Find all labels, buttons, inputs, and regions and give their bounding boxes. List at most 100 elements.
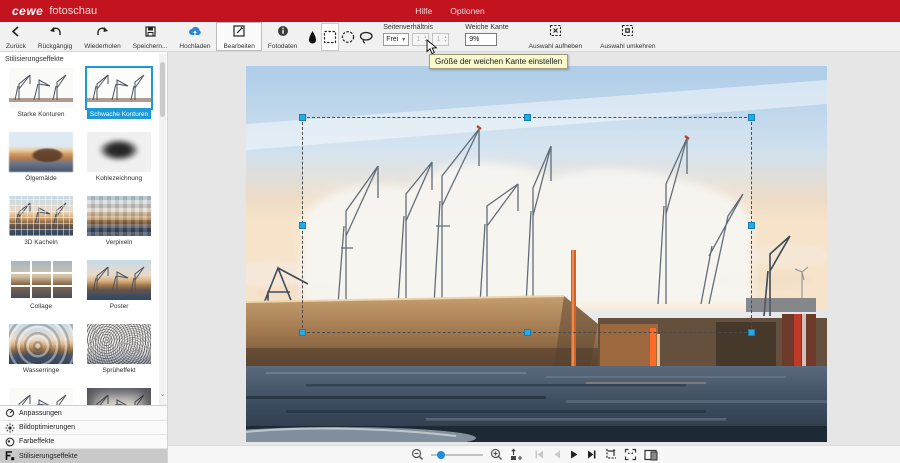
effect-thumbnail[interactable]: [9, 68, 73, 108]
save-button[interactable]: Speichern...: [127, 22, 174, 51]
effect-thumbnail[interactable]: [87, 68, 151, 108]
redo-button[interactable]: Wiederholen: [78, 22, 127, 51]
category-farbeffekte[interactable]: Farbeffekte: [0, 434, 167, 448]
invert-selection-button[interactable]: Auswahl umkehren: [594, 22, 661, 51]
back-button[interactable]: Zurück: [0, 22, 32, 51]
crop-button[interactable]: [604, 448, 617, 461]
effect-thumbnail[interactable]: [87, 388, 151, 405]
selection-handle-se[interactable]: [748, 329, 755, 336]
scrollbar-thumb[interactable]: [160, 62, 165, 117]
selection-handle-s[interactable]: [524, 329, 531, 336]
effect-item-wasserringe[interactable]: Wasserringe: [2, 322, 80, 386]
undo-icon: [49, 24, 62, 42]
photo-canvas[interactable]: [246, 66, 827, 442]
info-icon: [277, 24, 289, 42]
fullscreen-button[interactable]: [624, 448, 637, 461]
effect-thumbnail[interactable]: [9, 388, 73, 405]
lasso-select-tool[interactable]: [357, 23, 375, 51]
next-image-button[interactable]: [586, 449, 597, 460]
menu-hilfe[interactable]: Hilfe: [415, 6, 432, 16]
effect-item-partial-11[interactable]: [80, 386, 158, 405]
zoom-slider[interactable]: [431, 450, 483, 460]
edit-button[interactable]: Bearbeiten: [216, 22, 261, 51]
zoom-slider-handle[interactable]: [437, 451, 445, 459]
compare-button[interactable]: [644, 449, 658, 461]
titlebar: cewe fotoschau Hilfe Optionen: [0, 0, 900, 22]
selection-marquee[interactable]: [302, 117, 752, 333]
category-anpassungen[interactable]: Anpassungen: [0, 406, 167, 420]
effect-item-poster[interactable]: Poster: [80, 258, 158, 322]
brush-icon: [308, 31, 317, 44]
effect-label: Collage: [27, 302, 55, 311]
category-bildoptimierungen[interactable]: Bildoptimierungen: [0, 420, 167, 434]
effect-label: 3D Kacheln: [21, 238, 61, 247]
effect-thumbnail[interactable]: [9, 196, 73, 236]
effects-grid: Starke KonturenSchwache Konturen Ölgemäld…: [2, 66, 158, 405]
aspect-ratio-label: Seitenverhältnis: [383, 24, 449, 31]
effect-item-starke-konturen[interactable]: Starke Konturen: [2, 66, 80, 130]
effect-item-3d-kacheln[interactable]: 3D Kacheln: [2, 194, 80, 258]
save-icon: [145, 24, 156, 42]
upload-button[interactable]: Hochladen: [173, 22, 216, 51]
feather-label: Weiche Kante: [465, 24, 508, 31]
scrollbar-down-icon[interactable]: ⌄: [158, 390, 167, 398]
dial-icon: [4, 408, 15, 418]
ellipse-select-icon: [341, 30, 355, 44]
zoom-original-button[interactable]: [510, 448, 523, 461]
toolbar: Zurück Rückgängig Wiederholen Speichern.…: [0, 22, 900, 52]
redo-icon: [96, 24, 109, 42]
app-window: cewe fotoschau Hilfe Optionen Zurück Rüc…: [0, 0, 900, 463]
effect-thumbnail[interactable]: [9, 132, 73, 172]
selection-handle-ne[interactable]: [748, 114, 755, 121]
effect-item-spr-heffekt[interactable]: Sprüheffekt: [80, 322, 158, 386]
effect-thumbnail[interactable]: [9, 324, 73, 364]
effect-thumbnail[interactable]: [87, 132, 151, 172]
cloud-upload-icon: [188, 24, 202, 42]
effect-item-kohlezeichnung[interactable]: Kohlezeichnung: [80, 130, 158, 194]
brush-select-tool[interactable]: [303, 23, 321, 51]
effect-item-collage[interactable]: Collage: [2, 258, 80, 322]
effect-thumbnail[interactable]: [9, 260, 73, 300]
stepper-arrows-icon: ▲▼: [444, 36, 448, 43]
undo-button[interactable]: Rückgängig: [32, 22, 78, 51]
feather-input[interactable]: 9%: [465, 33, 497, 46]
selection-handle-nw[interactable]: [299, 114, 306, 121]
selection-handle-w[interactable]: [299, 222, 306, 229]
canvas-workspace: [168, 52, 900, 445]
effect-item--lgem-lde[interactable]: Ölgemälde: [2, 130, 80, 194]
sidebar-header: Stilisierungseffekte: [5, 56, 64, 63]
selection-handle-e[interactable]: [748, 222, 755, 229]
deselect-icon: [549, 24, 562, 42]
effect-label: Sprüheffekt: [99, 366, 138, 375]
first-image-button[interactable]: [534, 449, 545, 460]
effect-item-schwache-konturen[interactable]: Schwache Konturen: [80, 66, 158, 130]
feather-group: Weiche Kante 9%: [457, 22, 516, 51]
sidebar-scrollbar[interactable]: [159, 54, 166, 405]
photo-info-button[interactable]: Fotodaten: [262, 22, 303, 51]
rect-select-icon: [323, 30, 337, 44]
selection-handle-n[interactable]: [524, 114, 531, 121]
edit-icon: [233, 24, 245, 42]
aspect-ratio-select[interactable]: Frei▼: [383, 33, 409, 46]
effect-thumbnail[interactable]: [87, 260, 151, 300]
effect-label: Poster: [107, 302, 132, 311]
effect-label: Ölgemälde: [22, 174, 59, 183]
effect-thumbnail[interactable]: [87, 196, 151, 236]
category-stilisierungseffekte[interactable]: Stilisierungseffekte: [0, 448, 167, 463]
effect-thumbnail[interactable]: [87, 324, 151, 364]
deselect-button[interactable]: Auswahl aufheben: [523, 22, 589, 51]
zoom-out-button[interactable]: [411, 448, 424, 461]
effect-item-verpixeln[interactable]: Verpixeln: [80, 194, 158, 258]
menu-optionen[interactable]: Optionen: [450, 6, 485, 16]
effect-label: Wasserringe: [20, 366, 62, 375]
chevron-down-icon: ▼: [401, 37, 406, 43]
ellipse-select-tool[interactable]: [339, 23, 357, 51]
previous-image-button[interactable]: [552, 449, 562, 460]
rect-select-tool[interactable]: [321, 23, 339, 51]
selection-handle-sw[interactable]: [299, 329, 306, 336]
zoom-in-button[interactable]: [490, 448, 503, 461]
invert-selection-icon: [621, 24, 634, 42]
effect-item-partial-10[interactable]: [2, 386, 80, 405]
play-slideshow-button[interactable]: [569, 449, 579, 460]
circle-icon: [4, 437, 15, 447]
